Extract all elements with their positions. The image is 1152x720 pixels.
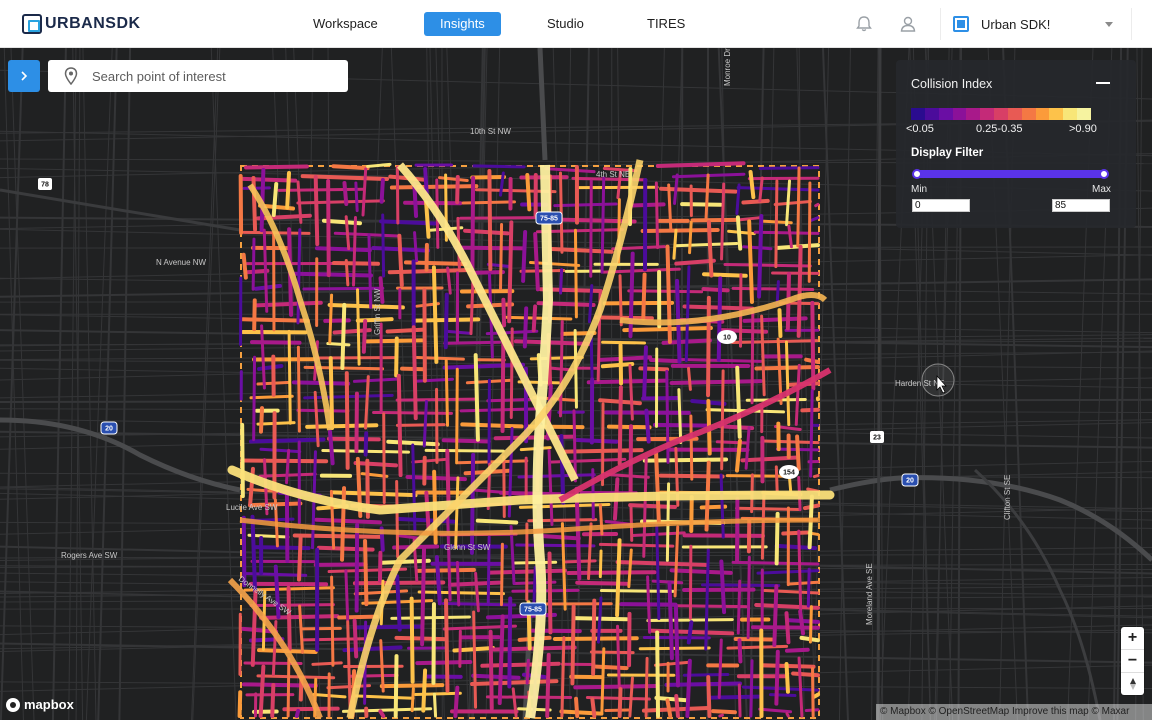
- ramp-swatch: [924, 108, 939, 120]
- search-bar: [48, 60, 348, 92]
- route-shield-number: 75-85: [540, 216, 558, 223]
- zoom-in-button[interactable]: +: [1121, 627, 1144, 649]
- route-shield-number: 154: [783, 470, 795, 477]
- ramp-swatch: [911, 108, 925, 120]
- min-label: Min: [911, 184, 928, 195]
- ramp-label-mid: 0.25-0.35: [976, 123, 1023, 135]
- tab-insights[interactable]: Insights: [424, 12, 501, 36]
- legend-title: Collision Index: [911, 77, 993, 91]
- route-shield: 10: [717, 330, 737, 344]
- organization-icon: [953, 16, 969, 32]
- map-attribution[interactable]: © Mapbox © OpenStreetMap Improve this ma…: [876, 704, 1152, 720]
- ramp-swatch: [1077, 108, 1091, 120]
- street-label: Moreland Ave SE: [865, 563, 874, 625]
- route-shield: 154: [779, 465, 799, 479]
- ramp-swatch: [980, 108, 995, 120]
- organization-selector[interactable]: Urban SDK!: [940, 8, 1132, 40]
- street-label: Glenn St SW: [444, 543, 491, 552]
- route-shield: 20: [100, 421, 118, 435]
- ramp-swatch: [1063, 108, 1078, 120]
- max-label: Max: [1092, 184, 1111, 195]
- min-value-input[interactable]: 0: [912, 199, 970, 212]
- route-shield: 23: [870, 431, 884, 443]
- mapbox-wordmark: mapbox: [24, 697, 74, 712]
- top-navigation-bar: URBANSDK Workspace Insights Studio TIRES…: [0, 0, 1152, 48]
- route-shield: 75-85: [519, 602, 547, 616]
- display-filter-range-slider[interactable]: [913, 170, 1107, 178]
- slider-min-handle[interactable]: [912, 169, 922, 179]
- route-shield: 75-85: [535, 211, 563, 225]
- mapbox-logo[interactable]: mapbox: [6, 697, 74, 712]
- slider-max-handle[interactable]: [1099, 169, 1109, 179]
- route-shield-number: 10: [723, 335, 731, 342]
- color-ramp: [911, 108, 1091, 120]
- notification-bell-icon[interactable]: [854, 14, 874, 34]
- zoom-control: + −: [1121, 627, 1144, 695]
- street-label: 4th St NE: [596, 170, 630, 179]
- route-shield: 78: [38, 178, 52, 190]
- ramp-label-low: <0.05: [906, 123, 934, 135]
- route-shield-number: 75-85: [524, 607, 542, 614]
- collapse-legend-button[interactable]: [1096, 82, 1110, 84]
- street-label: 10th St NW: [470, 127, 511, 136]
- ramp-swatch: [938, 108, 953, 120]
- route-shield-number: 23: [873, 435, 881, 442]
- urbansdk-logo-icon: [22, 14, 42, 34]
- ramp-swatch: [952, 108, 967, 120]
- ramp-swatch: [1035, 108, 1050, 120]
- tab-studio[interactable]: Studio: [531, 12, 600, 36]
- route-shield-number: 20: [906, 478, 914, 485]
- route-shield-number: 20: [105, 426, 113, 433]
- organization-name: Urban SDK!: [981, 16, 1051, 32]
- brand-name: URBANSDK: [45, 15, 141, 32]
- location-pin-icon: [64, 67, 78, 85]
- chevron-down-icon: [1105, 22, 1113, 27]
- street-label: Griffin St NW: [373, 288, 382, 335]
- tab-workspace[interactable]: Workspace: [297, 12, 394, 36]
- compass-icon: [1129, 678, 1136, 690]
- display-filter-title: Display Filter: [911, 147, 984, 159]
- mapbox-icon: [6, 697, 20, 712]
- compass-reset-button[interactable]: [1121, 673, 1144, 695]
- ramp-swatch: [1049, 108, 1064, 120]
- ramp-swatch: [1021, 108, 1036, 120]
- street-label: Monroe Dr: [723, 48, 732, 86]
- route-shield-number: 78: [41, 182, 49, 189]
- ramp-label-high: >0.90: [1069, 123, 1097, 135]
- tab-tires[interactable]: TIRES: [631, 12, 701, 36]
- urbansdk-logo[interactable]: URBANSDK: [22, 13, 141, 35]
- street-label: Rogers Ave SW: [61, 551, 118, 560]
- street-label: N Avenue NW: [156, 258, 207, 267]
- zoom-out-button[interactable]: −: [1121, 650, 1144, 672]
- max-value-input[interactable]: 85: [1052, 199, 1110, 212]
- ramp-swatch: [1007, 108, 1022, 120]
- user-profile-icon[interactable]: [898, 14, 918, 34]
- app-root: URBANSDK Workspace Insights Studio TIRES…: [0, 0, 1152, 720]
- street-label: Lucile Ave SW: [226, 503, 278, 512]
- ramp-swatch: [994, 108, 1008, 120]
- collision-index-legend-panel: Collision Index <0.05 0.25-0.35 >0.90 Di…: [896, 60, 1136, 228]
- route-shield: 20: [901, 473, 919, 487]
- chevron-right-icon: [21, 71, 28, 81]
- ramp-swatch: [966, 108, 981, 120]
- expand-sidebar-button[interactable]: [8, 60, 40, 92]
- search-input[interactable]: [92, 68, 322, 84]
- street-label: Clifton St SE: [1003, 475, 1012, 520]
